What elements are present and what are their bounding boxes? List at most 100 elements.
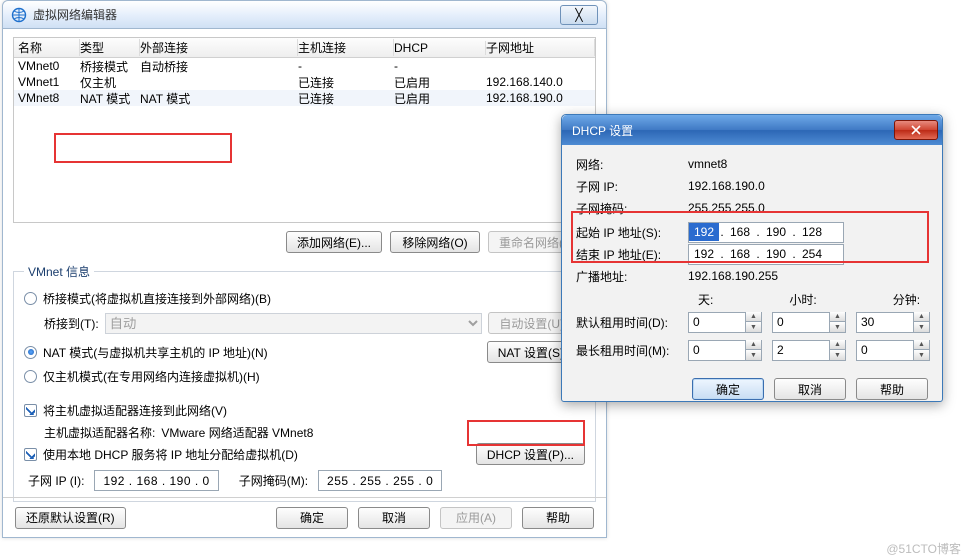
- spin-input[interactable]: [857, 313, 913, 331]
- spin-up-icon[interactable]: ▲: [745, 340, 761, 350]
- cell: 仅主机: [80, 74, 140, 91]
- window-title: 虚拟网络编辑器: [33, 6, 556, 23]
- network-table[interactable]: 名称 类型 外部连接 主机连接 DHCP 子网地址 VMnet0 桥接模式 自动…: [13, 37, 596, 223]
- radio-hostonly-label: 仅主机模式(在专用网络内连接虚拟机)(H): [43, 368, 260, 385]
- ip-octet[interactable]: [725, 223, 755, 241]
- spin-input[interactable]: [689, 313, 745, 331]
- max-lease-days[interactable]: ▲▼: [688, 340, 762, 361]
- spin-up-icon[interactable]: ▲: [829, 340, 845, 350]
- cell: 已连接: [298, 90, 394, 107]
- spin-input[interactable]: [857, 341, 913, 359]
- spin-down-icon[interactable]: ▼: [913, 350, 929, 360]
- cell: 192.168.190.0: [486, 91, 595, 105]
- ip-octet[interactable]: [761, 245, 791, 263]
- watermark: @51CTO博客: [886, 540, 961, 557]
- ok-button[interactable]: 确定: [276, 507, 348, 529]
- cell: 自动桥接: [140, 58, 298, 75]
- checkbox-host-adapter[interactable]: [24, 404, 37, 417]
- cell: VMnet1: [18, 75, 80, 89]
- days-header: 天:: [698, 291, 713, 308]
- col-host: 主机连接: [298, 39, 394, 56]
- hours-header: 小时:: [789, 291, 816, 308]
- col-dhcp: DHCP: [394, 41, 486, 55]
- dhcp-settings-button[interactable]: DHCP 设置(P)...: [476, 443, 585, 465]
- popup-title: DHCP 设置: [572, 122, 894, 139]
- spin-down-icon[interactable]: ▼: [829, 322, 845, 332]
- cell: VMnet8: [18, 91, 80, 105]
- default-lease-hours[interactable]: ▲▼: [772, 312, 846, 333]
- spin-down-icon[interactable]: ▼: [829, 350, 845, 360]
- spin-up-icon[interactable]: ▲: [913, 340, 929, 350]
- subnet-mask-input[interactable]: 255 . 255 . 255 . 0: [318, 470, 442, 491]
- subnet-ip-label: 子网 IP (I):: [28, 472, 84, 489]
- max-lease-hours[interactable]: ▲▼: [772, 340, 846, 361]
- cell: 桥接模式: [80, 58, 140, 75]
- ip-octet[interactable]: [797, 223, 827, 241]
- popup-ok-button[interactable]: 确定: [692, 378, 764, 400]
- start-ip-input[interactable]: . . .: [688, 222, 844, 243]
- net-label: 网络:: [576, 156, 688, 173]
- spin-down-icon[interactable]: ▼: [745, 322, 761, 332]
- checkbox-dhcp-label: 使用本地 DHCP 服务将 IP 地址分配给虚拟机(D): [43, 446, 298, 463]
- apply-button: 应用(A): [440, 507, 512, 529]
- cell: 已连接: [298, 74, 394, 91]
- spin-up-icon[interactable]: ▲: [829, 312, 845, 322]
- checkbox-dhcp[interactable]: [24, 448, 37, 461]
- host-adapter-name-value: VMware 网络适配器 VMnet8: [161, 424, 313, 441]
- popup-help-button[interactable]: 帮助: [856, 378, 928, 400]
- spin-down-icon[interactable]: ▼: [745, 350, 761, 360]
- col-name: 名称: [18, 39, 80, 56]
- spin-up-icon[interactable]: ▲: [913, 312, 929, 322]
- end-ip-input[interactable]: . . .: [688, 244, 844, 265]
- remove-network-button[interactable]: 移除网络(O): [390, 231, 480, 253]
- max-lease-minutes[interactable]: ▲▼: [856, 340, 930, 361]
- subnet-mask-value: 255.255.255.0: [688, 201, 765, 215]
- ip-octet[interactable]: [725, 245, 755, 263]
- cancel-button[interactable]: 取消: [358, 507, 430, 529]
- globe-icon: [11, 7, 27, 23]
- table-header: 名称 类型 外部连接 主机连接 DHCP 子网地址: [14, 38, 595, 58]
- default-lease-days[interactable]: ▲▼: [688, 312, 762, 333]
- checkbox-host-adapter-label: 将主机虚拟适配器连接到此网络(V): [43, 402, 227, 419]
- ip-octet[interactable]: [797, 245, 827, 263]
- spin-input[interactable]: [773, 313, 829, 331]
- subnet-mask-label: 子网掩码(M):: [239, 472, 308, 489]
- cell: 192.168.140.0: [486, 75, 595, 89]
- spin-down-icon[interactable]: ▼: [913, 322, 929, 332]
- radio-bridged[interactable]: [24, 292, 37, 305]
- table-row[interactable]: VMnet8 NAT 模式 NAT 模式 已连接 已启用 192.168.190…: [14, 90, 595, 106]
- table-row[interactable]: VMnet0 桥接模式 自动桥接 - -: [14, 58, 595, 74]
- spin-up-icon[interactable]: ▲: [745, 312, 761, 322]
- cell: -: [394, 59, 486, 73]
- add-network-button[interactable]: 添加网络(E)...: [286, 231, 382, 253]
- radio-nat[interactable]: [24, 346, 37, 359]
- max-lease-label: 最长租用时间(M):: [576, 342, 678, 359]
- radio-nat-label: NAT 模式(与虚拟机共享主机的 IP 地址)(N): [43, 344, 268, 361]
- spin-input[interactable]: [773, 341, 829, 359]
- broadcast-label: 广播地址:: [576, 268, 688, 285]
- radio-hostonly[interactable]: [24, 370, 37, 383]
- bridge-to-select: 自动: [105, 313, 483, 334]
- table-row[interactable]: VMnet1 仅主机 已连接 已启用 192.168.140.0: [14, 74, 595, 90]
- start-ip-label: 起始 IP 地址(S):: [576, 224, 688, 241]
- ip-octet[interactable]: [689, 245, 719, 263]
- close-window-button[interactable]: ╳: [560, 5, 598, 25]
- fieldset-legend: VMnet 信息: [24, 263, 94, 280]
- titlebar: 虚拟网络编辑器 ╳: [3, 1, 606, 29]
- popup-cancel-button[interactable]: 取消: [774, 378, 846, 400]
- ip-octet[interactable]: [761, 223, 791, 241]
- host-adapter-name-label: 主机虚拟适配器名称:: [44, 424, 155, 441]
- restore-defaults-button[interactable]: 还原默认设置(R): [15, 507, 126, 529]
- dhcp-settings-dialog: DHCP 设置 网络:vmnet8 子网 IP:192.168.190.0 子网…: [561, 114, 943, 402]
- subnet-ip-input[interactable]: 192 . 168 . 190 . 0: [94, 470, 218, 491]
- spin-input[interactable]: [689, 341, 745, 359]
- col-type: 类型: [80, 39, 140, 56]
- cell: NAT 模式: [80, 90, 140, 107]
- close-button[interactable]: [894, 120, 938, 140]
- ip-octet[interactable]: [689, 223, 719, 241]
- default-lease-minutes[interactable]: ▲▼: [856, 312, 930, 333]
- cell: -: [298, 59, 394, 73]
- help-button[interactable]: 帮助: [522, 507, 594, 529]
- cell: NAT 模式: [140, 90, 298, 107]
- dialog-buttons: 还原默认设置(R) 确定 取消 应用(A) 帮助: [3, 497, 606, 537]
